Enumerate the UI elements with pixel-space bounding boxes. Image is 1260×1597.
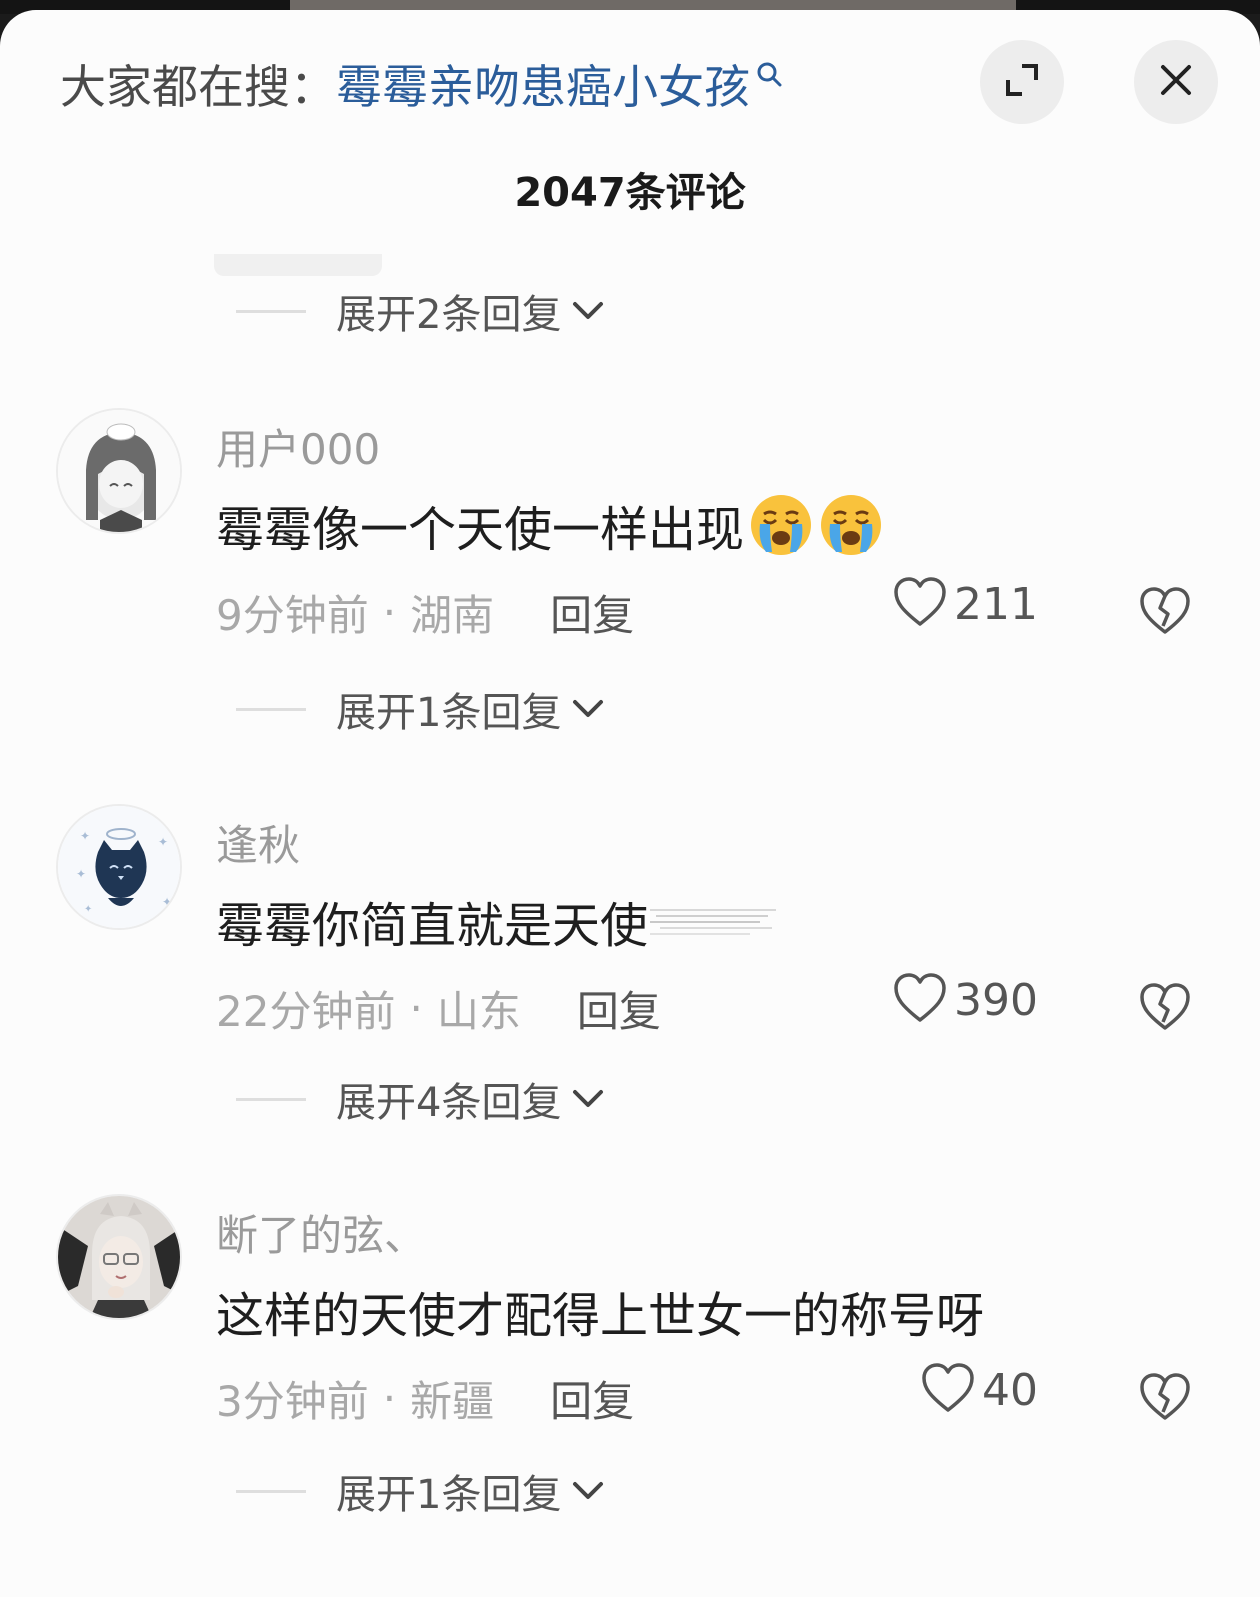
svg-text:✦: ✦ [76, 867, 86, 881]
expand-replies-button[interactable]: 展开1条回复 [236, 1466, 605, 1518]
comment-meta: 22分钟前 · 山东 回复 [216, 978, 661, 1039]
comment-text-body: 霉霉像一个天使一样出现 [216, 502, 745, 558]
svg-text:✦: ✦ [84, 904, 92, 915]
heart-outline-icon [892, 972, 948, 1028]
clipped-previous-content [214, 254, 382, 276]
comment-item: 用户000 霉霉像一个天使一样出现 9分钟前 · 湖南 回复 211 [0, 408, 1260, 668]
divider-dash [236, 309, 306, 313]
broken-heart-icon [1138, 587, 1192, 640]
heart-outline-icon [920, 1362, 976, 1418]
comment-item: ✦ ✦ ✦ ✦ ✦ 逢秋 霉霉你简直就是天使 22分钟前 · 山东 回复 390 [0, 804, 1260, 1064]
comment-location: 湖南 [410, 591, 495, 640]
close-button[interactable] [1134, 40, 1218, 124]
meta-separator: · [382, 1374, 397, 1423]
comment-text-body: 霉霉你简直就是天使 [216, 898, 649, 954]
svg-text:✦: ✦ [162, 895, 172, 909]
comment-time: 3分钟前 [216, 1377, 369, 1426]
chevron-down-icon [571, 1480, 605, 1506]
comment-text-body: 这样的天使才配得上世女一的称号呀 [216, 1288, 985, 1344]
broken-heart-icon [1138, 983, 1192, 1036]
search-icon [756, 44, 782, 98]
broken-heart-icon [1138, 1373, 1192, 1426]
chevron-down-icon [571, 698, 605, 724]
heart-outline-icon [892, 576, 948, 632]
avatar[interactable] [56, 1194, 182, 1320]
search-hint-term[interactable]: 霉霉亲吻患癌小女孩 [336, 51, 750, 117]
speed-lines-icon [650, 898, 780, 944]
dislike-button[interactable] [1138, 586, 1192, 640]
expand-replies-button[interactable]: 展开4条回复 [236, 1074, 605, 1126]
comment-text: 霉霉像一个天使一样出现 [216, 490, 884, 560]
expand-replies-label: 展开1条回复 [336, 690, 562, 736]
like-count: 211 [954, 578, 1038, 630]
chevron-down-icon [571, 300, 605, 326]
expand-replies-button[interactable]: 展开1条回复 [236, 684, 605, 736]
comment-time: 22分钟前 [216, 987, 396, 1036]
comment-location: 新疆 [410, 1377, 495, 1426]
divider-dash [236, 1489, 306, 1493]
like-button[interactable]: 211 [892, 576, 1038, 632]
fullscreen-icon [1002, 60, 1042, 104]
avatar[interactable]: ✦ ✦ ✦ ✦ ✦ [56, 804, 182, 930]
chevron-down-icon [571, 1088, 605, 1114]
avatar[interactable] [56, 408, 182, 534]
expand-replies-label: 展开2条回复 [336, 292, 562, 338]
comment-item: 断了的弦、 这样的天使才配得上世女一的称号呀 3分钟前 · 新疆 回复 40 [0, 1194, 1260, 1454]
comment-location: 山东 [436, 987, 521, 1036]
comment-text: 这样的天使才配得上世女一的称号呀 [216, 1276, 984, 1346]
expand-replies-label: 展开4条回复 [336, 1080, 562, 1126]
comment-count-title: 2047条评论 [514, 170, 746, 216]
comment-meta: 9分钟前 · 湖南 回复 [216, 582, 634, 643]
divider-dash [236, 1097, 306, 1101]
divider-dash [236, 707, 306, 711]
like-button[interactable]: 40 [920, 1362, 1038, 1418]
reply-button[interactable]: 回复 [550, 1368, 634, 1429]
expand-replies-label: 展开1条回复 [336, 1472, 562, 1518]
like-button[interactable]: 390 [892, 972, 1038, 1028]
meta-separator: · [382, 588, 397, 637]
comment-username[interactable]: 逢秋 [216, 812, 300, 873]
trending-search-hint[interactable]: 大家都在搜： 霉霉亲吻患癌小女孩 [60, 54, 782, 114]
svg-text:✦: ✦ [158, 835, 168, 849]
svg-text:✦: ✦ [80, 829, 90, 843]
loudly-crying-face-icon [818, 492, 884, 558]
expand-replies-button[interactable]: 展开2条回复 [236, 286, 605, 338]
dislike-button[interactable] [1138, 982, 1192, 1036]
loudly-crying-face-icon [748, 492, 814, 558]
comment-meta: 3分钟前 · 新疆 回复 [216, 1368, 634, 1429]
like-count: 390 [954, 974, 1038, 1026]
comments-panel: 大家都在搜： 霉霉亲吻患癌小女孩 2047条评论 展开2条回复 用户000 霉霉… [0, 10, 1260, 1597]
reply-button[interactable]: 回复 [577, 978, 661, 1039]
comment-text: 霉霉你简直就是天使 [216, 886, 780, 956]
close-icon [1158, 62, 1194, 102]
comment-time: 9分钟前 [216, 591, 369, 640]
comment-username[interactable]: 断了的弦、 [216, 1202, 426, 1263]
reply-button[interactable]: 回复 [550, 582, 634, 643]
dislike-button[interactable] [1138, 1372, 1192, 1426]
like-count: 40 [982, 1364, 1038, 1416]
fullscreen-button[interactable] [980, 40, 1064, 124]
meta-separator: · [409, 984, 423, 1033]
comment-username[interactable]: 用户000 [216, 416, 380, 477]
search-hint-prefix: 大家都在搜： [60, 60, 336, 114]
